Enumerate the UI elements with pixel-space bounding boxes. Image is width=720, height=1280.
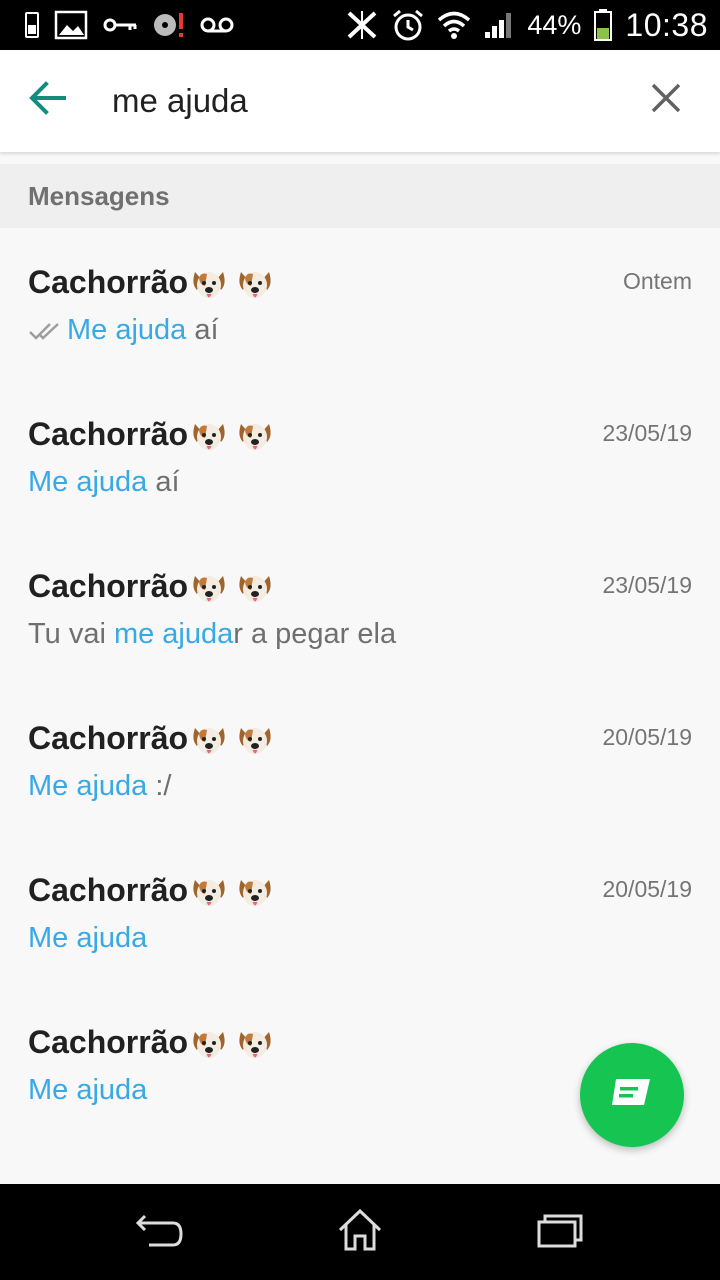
message-snippet-text: Me ajuda aí xyxy=(28,466,180,499)
message-date: Ontem xyxy=(622,268,692,294)
contact-name: Cachorrão xyxy=(28,264,274,304)
search-result-item[interactable]: Cachorrão 23/05/19 Me ajuda aí xyxy=(0,380,720,532)
section-header-messages: Mensagens xyxy=(0,164,720,228)
message-snippet: Tu vai me ajudar a pegar ela xyxy=(28,618,396,651)
close-icon xyxy=(650,82,682,119)
dog-emoji-icon xyxy=(239,1031,271,1058)
dog-emoji-icon xyxy=(239,423,271,450)
battery-icon xyxy=(593,8,613,42)
status-bar-system: 44% 10:38 xyxy=(345,0,708,50)
message-snippet-text: Me ajuda :/ xyxy=(28,770,171,803)
search-input[interactable] xyxy=(112,76,592,126)
search-results-list[interactable]: Cachorrão Ontem Me ajuda aí Cachorrão 23/05/… xyxy=(0,228,720,1184)
message-date: 23/05/19 xyxy=(602,420,692,446)
contact-name: Cachorrão xyxy=(28,1024,274,1064)
snippet-text: Tu vai xyxy=(28,618,114,650)
search-result-item[interactable]: Cachorrão 20/05/19 Me ajuda xyxy=(0,836,720,988)
contact-name-text: Cachorrão xyxy=(28,720,189,756)
double-check-icon xyxy=(29,322,59,340)
nav-recents-button[interactable] xyxy=(530,1202,590,1262)
search-match-highlight: Me ajuda xyxy=(28,466,148,498)
message-snippet: Me ajuda xyxy=(28,922,147,955)
dog-emoji-icon xyxy=(193,423,225,450)
dog-emoji-icon xyxy=(193,1031,225,1058)
contact-name-text: Cachorrão xyxy=(28,264,189,300)
message-snippet-text: Tu vai me ajudar a pegar ela xyxy=(28,618,396,651)
key-icon xyxy=(102,15,138,35)
signal-icon xyxy=(483,10,515,40)
message-date: 20/05/19 xyxy=(602,876,692,902)
contact-name-text: Cachorrão xyxy=(28,1024,189,1060)
sd-error-icon xyxy=(152,10,186,40)
search-match-highlight: Me ajuda xyxy=(28,770,148,802)
back-button[interactable] xyxy=(22,74,74,126)
contact-name: Cachorrão xyxy=(28,872,274,912)
message-snippet: Me ajuda aí xyxy=(28,314,219,347)
message-snippet: Me ajuda aí xyxy=(28,466,180,499)
section-title: Mensagens xyxy=(28,181,170,211)
clear-search-button[interactable] xyxy=(642,76,690,124)
search-match-highlight: Me ajuda xyxy=(28,922,148,954)
message-icon xyxy=(610,1077,654,1114)
dog-emoji-icon xyxy=(239,879,271,906)
message-snippet-text: Me ajuda xyxy=(28,1074,147,1107)
status-bar: 44% 10:38 xyxy=(0,0,720,50)
snippet-text: r a pegar ela xyxy=(233,618,397,650)
message-date: 20/05/19 xyxy=(602,724,692,750)
dog-emoji-icon xyxy=(239,727,271,754)
message-date: 23/05/19 xyxy=(602,572,692,598)
wifi-icon xyxy=(437,10,471,40)
snippet-text: aí xyxy=(147,466,180,498)
status-bar-notifications xyxy=(24,9,234,41)
contact-name: Cachorrão xyxy=(28,568,274,608)
image-icon xyxy=(54,10,88,40)
contact-name: Cachorrão xyxy=(28,720,274,760)
search-match-highlight: Me ajuda xyxy=(67,314,187,346)
search-match-highlight: Me ajuda xyxy=(28,1074,148,1106)
contact-name: Cachorrão xyxy=(28,416,274,456)
dog-emoji-icon xyxy=(193,879,225,906)
message-snippet: Me ajuda xyxy=(28,1074,147,1107)
nav-home-button[interactable] xyxy=(330,1202,390,1262)
new-chat-button[interactable] xyxy=(580,1043,684,1147)
message-snippet-text: Me ajuda aí xyxy=(67,314,219,347)
home-icon xyxy=(336,1208,384,1257)
alarm-icon xyxy=(391,8,425,42)
contact-name-text: Cachorrão xyxy=(28,872,189,908)
nav-back-icon xyxy=(135,1210,185,1255)
dog-emoji-icon xyxy=(193,727,225,754)
voicemail-icon xyxy=(200,15,234,35)
nav-back-button[interactable] xyxy=(130,1202,190,1262)
dog-emoji-icon xyxy=(193,271,225,298)
arrow-back-icon xyxy=(28,80,68,121)
clock: 10:38 xyxy=(625,6,708,43)
search-result-item[interactable]: Cachorrão 20/05/19 Me ajuda :/ xyxy=(0,684,720,836)
contact-name-text: Cachorrão xyxy=(28,568,189,604)
sim-icon xyxy=(24,11,40,39)
battery-percent: 44% xyxy=(527,9,582,40)
system-navigation-bar xyxy=(0,1184,720,1280)
search-result-item[interactable]: Cachorrão Ontem Me ajuda aí xyxy=(0,228,720,380)
dog-emoji-icon xyxy=(239,271,271,298)
message-snippet: Me ajuda :/ xyxy=(28,770,171,803)
dog-emoji-icon xyxy=(239,575,271,602)
snippet-text: aí xyxy=(186,314,219,346)
recents-icon xyxy=(536,1212,584,1253)
dog-emoji-icon xyxy=(193,575,225,602)
search-match-highlight: me ajuda xyxy=(113,618,234,650)
snippet-text: :/ xyxy=(147,770,172,802)
contact-name-text: Cachorrão xyxy=(28,416,189,452)
search-result-item[interactable]: Cachorrão 23/05/19 Tu vai me ajudar a pega… xyxy=(0,532,720,684)
no-nfc-icon xyxy=(345,9,379,41)
message-snippet-text: Me ajuda xyxy=(28,922,147,955)
search-app-bar xyxy=(0,50,720,152)
